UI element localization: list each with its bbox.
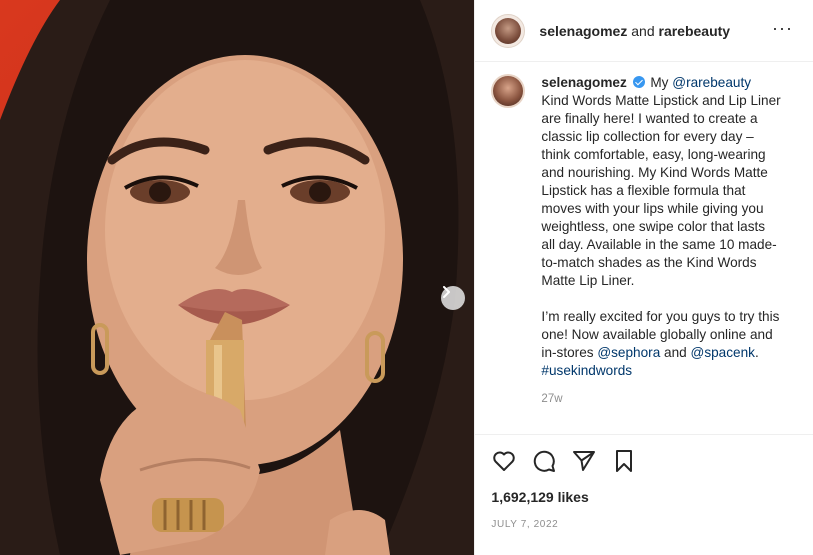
- comment-icon[interactable]: [531, 448, 557, 474]
- mention-spacenk[interactable]: @spacenk: [691, 345, 755, 360]
- caption-period: .: [754, 345, 759, 360]
- bookmark-icon[interactable]: [611, 448, 637, 474]
- caption-text: selenagomez My @rarebeauty Kind Words Ma…: [541, 74, 781, 434]
- caption-paragraph-1: selenagomez My @rarebeauty Kind Words Ma…: [541, 74, 781, 290]
- post-photo[interactable]: [0, 0, 475, 555]
- chevron-right-icon: [443, 286, 450, 298]
- caption-avatar-image: [493, 76, 524, 106]
- share-icon[interactable]: [571, 448, 597, 474]
- next-photo-button[interactable]: [441, 286, 465, 310]
- collaborator-link[interactable]: rarebeauty: [659, 23, 731, 39]
- caption-avatar[interactable]: [491, 74, 526, 108]
- caption-age[interactable]: 27w: [541, 390, 781, 408]
- post-date[interactable]: JULY 7, 2022: [491, 519, 797, 530]
- more-icon[interactable]: ···: [772, 18, 793, 39]
- actions-section: 1,692,129 likes JULY 7, 2022: [475, 434, 813, 555]
- avatar[interactable]: [491, 13, 526, 48]
- verified-badge-icon: [632, 76, 645, 88]
- action-icons: [491, 435, 797, 487]
- caption-intro: My: [650, 75, 669, 90]
- mention-sephora[interactable]: @sephora: [597, 345, 660, 360]
- likes-count[interactable]: 1,692,129 likes: [491, 489, 797, 505]
- heart-icon[interactable]: [491, 448, 517, 474]
- username-link[interactable]: selenagomez: [539, 23, 627, 39]
- mention-rarebeauty[interactable]: @rarebeauty: [672, 75, 751, 90]
- caption-username-link[interactable]: selenagomez: [541, 75, 626, 90]
- caption-body-1: Kind Words Matte Lipstick and Lip Liner …: [541, 93, 781, 288]
- avatar-image: [495, 17, 522, 44]
- post: selenagomez and rarebeauty ··· selenagom…: [0, 0, 813, 555]
- connector-text: and: [631, 22, 655, 39]
- post-header: selenagomez and rarebeauty ···: [475, 0, 813, 62]
- hashtag-usekindwords[interactable]: #usekindwords: [541, 363, 632, 378]
- post-sidebar: selenagomez and rarebeauty ··· selenagom…: [474, 0, 813, 555]
- caption-and: and: [664, 345, 687, 360]
- photo-illustration: [0, 0, 475, 555]
- header-usernames: selenagomez and rarebeauty: [539, 23, 730, 39]
- caption: selenagomez My @rarebeauty Kind Words Ma…: [475, 62, 813, 434]
- caption-paragraph-2: I’m really excited for you guys to try t…: [541, 308, 781, 380]
